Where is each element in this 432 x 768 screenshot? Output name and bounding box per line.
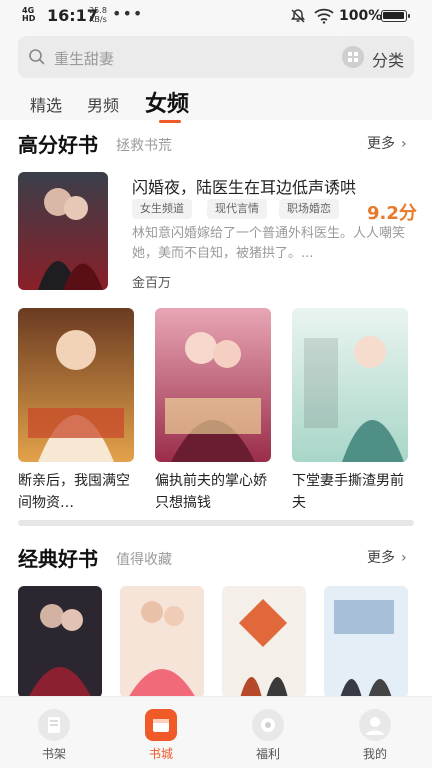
section-subtitle-classic: 值得收藏 (116, 552, 172, 568)
network-speed: 25.8 KB/s (89, 6, 107, 24)
header: 重生甜妻 分类 精选 男频 女频 (0, 32, 432, 123)
featured-book-author: 金百万 (132, 276, 172, 291)
more-link-classic[interactable]: 更多 › (367, 547, 407, 567)
nav-bookshelf-label: 书架 (41, 747, 66, 761)
nav-benefits-label: 福利 (255, 747, 280, 761)
tab-indicator (159, 120, 181, 123)
more-link-high-score[interactable]: 更多 › (367, 133, 407, 153)
battery-icon (381, 10, 410, 22)
category-icon (342, 46, 364, 68)
bookstore-icon (145, 709, 177, 741)
section-subtitle-high-score: 拯救书荒 (116, 138, 172, 154)
profile-icon (359, 709, 391, 741)
tag-genre[interactable]: 现代言情 (207, 199, 267, 219)
tab-male[interactable]: 男频 (87, 92, 119, 116)
grid-book-cover-3[interactable] (292, 308, 408, 462)
featured-book-title[interactable]: 闪婚夜，陆医生在耳边低声诱哄 (132, 174, 356, 198)
category-button[interactable]: 分类 (334, 36, 414, 78)
horizontal-scrollbar[interactable] (18, 520, 414, 526)
nav-bookshelf[interactable]: 书架 (19, 697, 89, 768)
search-input[interactable]: 重生甜妻 (18, 36, 344, 78)
bookshelf-icon (38, 709, 70, 741)
nav-benefits[interactable]: 福利 (233, 697, 303, 768)
more-label: 更多 (367, 136, 395, 152)
grid-book-title-2[interactable]: 偏执前夫的掌心娇只想搞钱 (155, 470, 271, 514)
tag-topic[interactable]: 职场婚恋 (279, 199, 339, 219)
more-label: 更多 (367, 550, 395, 566)
benefits-icon (252, 709, 284, 741)
search-placeholder: 重生甜妻 (54, 50, 115, 68)
battery-percent: 100% (339, 8, 383, 24)
section-title-classic: 经典好书 (18, 547, 98, 571)
featured-book-cover[interactable] (18, 172, 108, 290)
chevron-right-icon: › (401, 550, 407, 566)
chevron-right-icon: › (401, 136, 407, 152)
scrollbar-track (18, 520, 414, 526)
wifi-icon (314, 8, 334, 28)
nav-profile[interactable]: 我的 (340, 697, 410, 768)
mute-icon (290, 8, 306, 28)
tab-featured[interactable]: 精选 (30, 92, 62, 116)
featured-book-score: 9.2分 (367, 203, 417, 224)
nav-bookstore-label: 书城 (148, 747, 173, 761)
section-title-high-score: 高分好书 (18, 133, 98, 157)
network-indicator: 4G HD (22, 6, 36, 23)
nav-bookstore[interactable]: 书城 (126, 697, 196, 768)
grid-book-cover-1[interactable] (18, 308, 134, 462)
featured-book-description: 林知意闪婚嫁给了一个普通外科医生。人人嘲笑她，美而不自知，被猪拱了。... (132, 226, 406, 261)
grid-book-title-1[interactable]: 断亲后，我囤满空间物资… (18, 470, 134, 514)
bottom-navigation: 书架 书城 福利 我的 (0, 696, 432, 768)
tab-female[interactable]: 女频 (145, 86, 189, 118)
tag-channel[interactable]: 女生频道 (132, 199, 192, 219)
category-label: 分类 (372, 51, 405, 70)
classic-book-cover-4[interactable] (324, 586, 408, 698)
classic-book-cover-2[interactable] (120, 586, 204, 698)
classic-book-cover-1[interactable] (18, 586, 102, 698)
search-icon (28, 48, 46, 70)
more-notifications-icon: ••• (112, 4, 144, 23)
status-bar: 4G HD 16:17 25.8 KB/s ••• 100% (0, 0, 432, 32)
nav-profile-label: 我的 (362, 747, 387, 761)
classic-book-cover-3[interactable] (222, 586, 306, 698)
grid-book-title-3[interactable]: 下堂妻手撕渣男前夫 (292, 470, 408, 514)
grid-book-cover-2[interactable] (155, 308, 271, 462)
